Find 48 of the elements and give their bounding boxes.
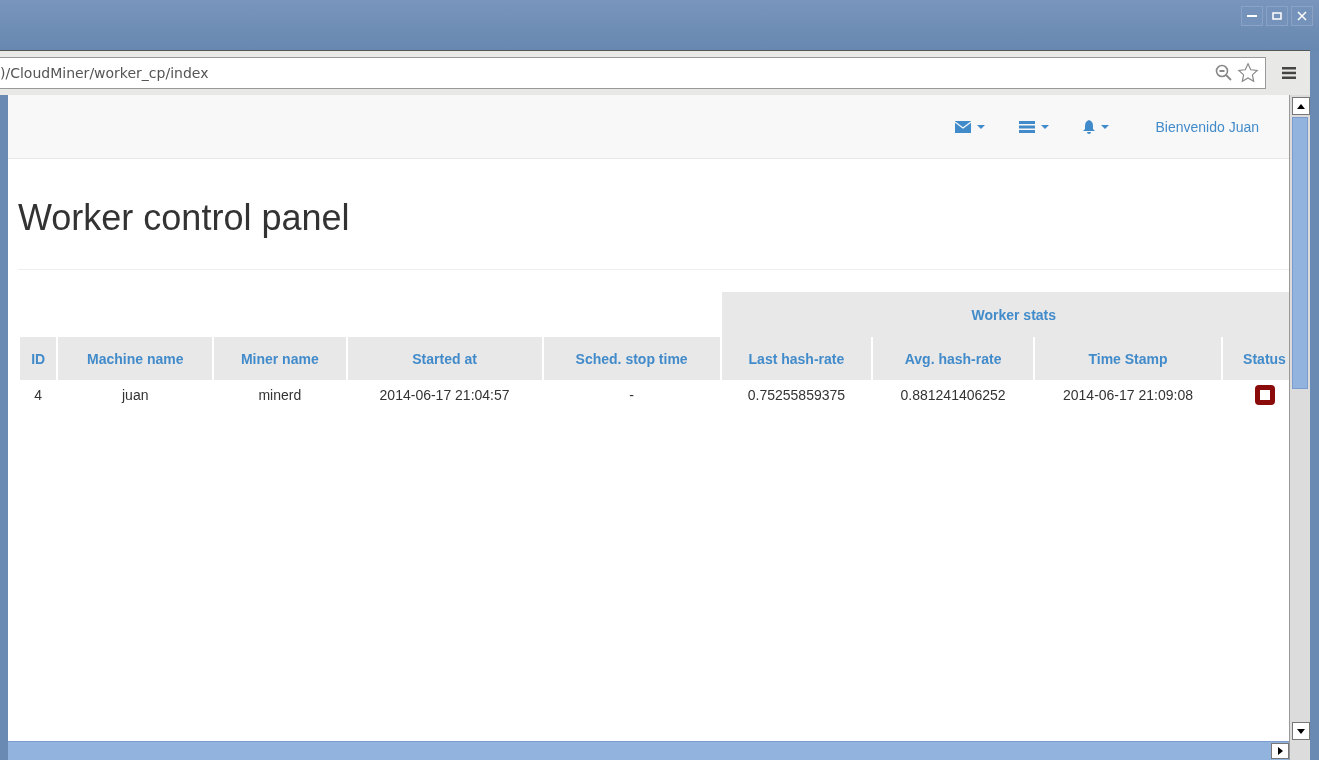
list-icon xyxy=(1019,120,1036,133)
table-cell-text: 4 xyxy=(33,386,44,405)
horizontal-scrollbar[interactable] xyxy=(8,741,1289,760)
table-cell-text: 2014-06-17 21:04:57 xyxy=(378,386,511,405)
envelope-icon xyxy=(955,120,972,133)
down-arrow-icon xyxy=(1297,728,1305,734)
close-icon xyxy=(1297,11,1307,21)
column-header: Last hash-rate xyxy=(721,337,872,380)
vertical-scrollbar[interactable] xyxy=(1289,95,1310,760)
caret-icon xyxy=(977,124,986,129)
address-field[interactable]: )/CloudMiner/worker_cp/index xyxy=(0,57,1266,89)
column-group-header: Worker stats xyxy=(721,292,1289,337)
table-cell-text: 0.881241406252 xyxy=(899,386,1007,405)
stop-icon[interactable] xyxy=(1254,385,1275,405)
right-arrow-icon xyxy=(1277,747,1283,755)
maximize-button[interactable] xyxy=(1266,6,1288,26)
column-header: Sched. stop time xyxy=(543,337,720,380)
caret-icon xyxy=(1041,124,1050,129)
column-header: Time Stamp xyxy=(1034,337,1221,380)
maximize-icon xyxy=(1272,12,1282,20)
up-arrow-icon xyxy=(1297,103,1305,109)
page-title: Worker control panel xyxy=(18,197,1289,270)
minimize-button[interactable] xyxy=(1241,6,1263,26)
notifications-dropdown[interactable] xyxy=(1083,119,1110,134)
bell-icon xyxy=(1083,119,1096,134)
scroll-up-button[interactable] xyxy=(1292,97,1310,115)
menu-icon[interactable] xyxy=(1282,67,1296,79)
column-header: Status xyxy=(1223,337,1289,380)
user-link[interactable]: Bienvenido Juan xyxy=(1155,118,1259,135)
messages-dropdown[interactable] xyxy=(955,120,986,133)
column-header: Started at xyxy=(347,337,542,380)
table-cell-text: 2014-06-17 21:09:08 xyxy=(1062,386,1194,405)
minimize-icon xyxy=(1247,15,1257,17)
scroll-down-button[interactable] xyxy=(1292,722,1310,740)
column-header: Machine name xyxy=(58,337,213,380)
table-cell-text: minerd xyxy=(257,386,303,405)
star-icon[interactable] xyxy=(1237,62,1259,84)
table-cell-text: - xyxy=(628,386,635,405)
column-header: ID xyxy=(20,337,57,380)
table-cell-text: juan xyxy=(120,386,150,405)
scroll-right-button[interactable] xyxy=(1271,743,1289,759)
close-button[interactable] xyxy=(1291,6,1313,26)
zoom-out-icon[interactable] xyxy=(1215,64,1233,82)
column-header: Avg. hash-rate xyxy=(873,337,1033,380)
column-header: Miner name xyxy=(214,337,346,380)
caret-icon xyxy=(1101,124,1110,129)
table-cell-text: 0.75255859375 xyxy=(746,386,847,405)
tasks-dropdown[interactable] xyxy=(1019,120,1050,133)
